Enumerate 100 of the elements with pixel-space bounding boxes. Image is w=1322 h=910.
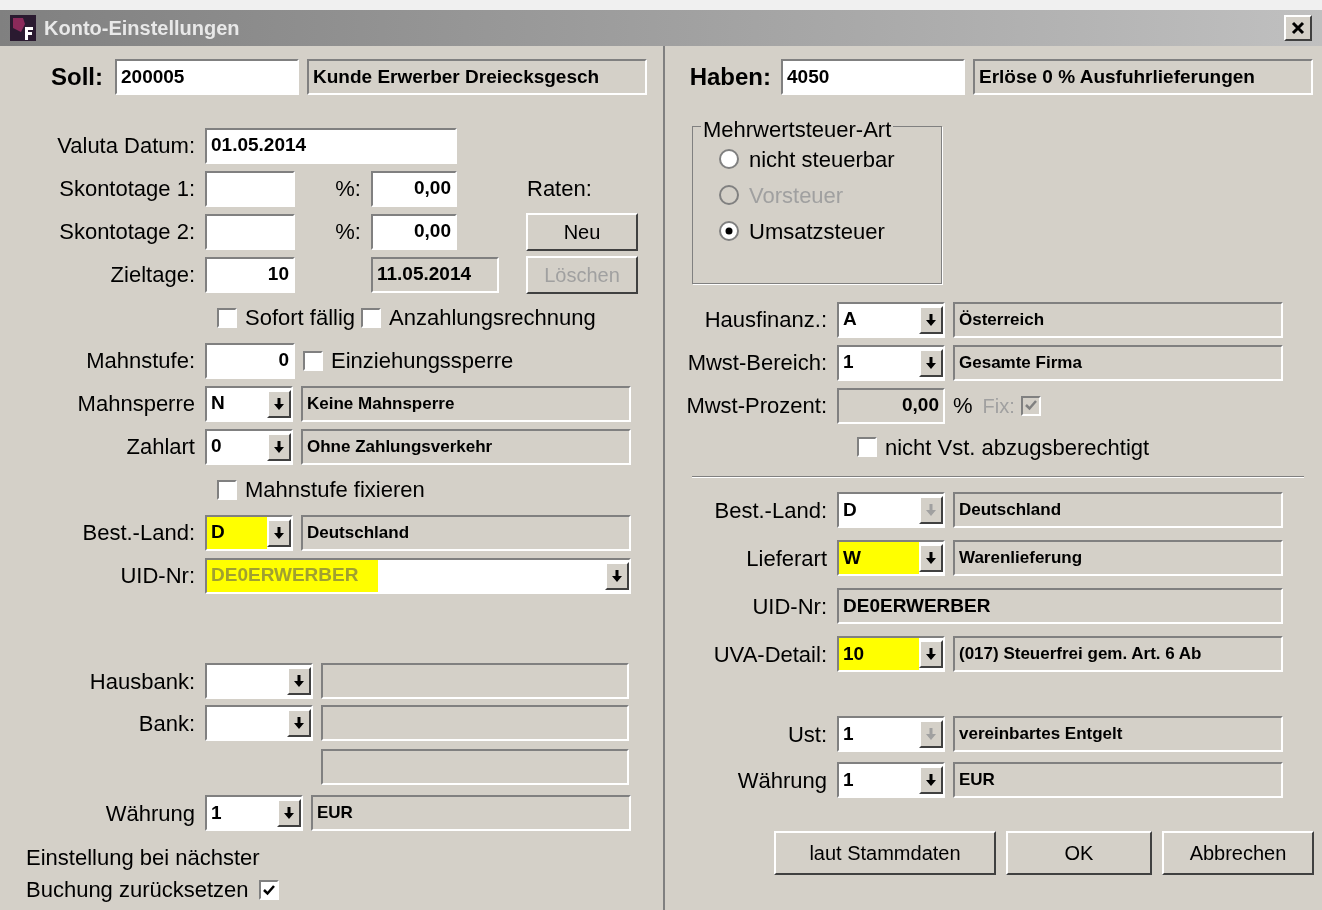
dialog-button[interactable]: laut Stammdaten — [774, 831, 996, 875]
description-field: EUR — [311, 795, 631, 831]
combo-box[interactable] — [205, 663, 313, 699]
field-label: UID-Nr: — [119, 562, 196, 590]
dropdown-button[interactable] — [277, 799, 301, 827]
soll-label: Soll: — [50, 62, 104, 92]
combo-box[interactable]: W — [837, 540, 945, 576]
dropdown-button[interactable] — [919, 305, 943, 334]
field-label: Lieferart — [745, 544, 828, 573]
combo-value: 1 — [210, 800, 222, 825]
checkbox[interactable] — [303, 350, 323, 371]
dropdown-button[interactable] — [267, 389, 291, 418]
description-field: Warenlieferung — [953, 540, 1283, 576]
down-arrow-icon — [926, 313, 936, 326]
haben-label: Haben: — [688, 62, 772, 92]
input-field[interactable]: 11.05.2014 — [371, 256, 499, 293]
field-label: Mwst-Prozent: — [685, 392, 828, 420]
input-field[interactable]: Kunde Erwerber Dreiecksgesch — [307, 59, 647, 95]
close-icon — [1291, 21, 1305, 35]
combo-box[interactable]: 1 — [205, 795, 303, 831]
radio-button[interactable] — [719, 221, 739, 241]
combo-value: 1 — [842, 767, 854, 792]
percent-label: %: — [334, 175, 362, 203]
down-arrow-icon — [274, 397, 284, 410]
field-label: Best.-Land: — [713, 496, 828, 525]
dropdown-button[interactable] — [919, 766, 943, 794]
field-label: Zahlart — [125, 433, 196, 461]
description-field: Gesamte Firma — [953, 344, 1283, 381]
field-label: UVA-Detail: — [712, 640, 828, 669]
dropdown-button[interactable] — [605, 561, 629, 590]
field-label: UID-Nr: — [751, 592, 828, 621]
field-label: Skontotage 1: — [58, 175, 196, 203]
combo-box[interactable]: 10 — [837, 636, 945, 672]
input-field[interactable]: 200005 — [115, 59, 299, 95]
combo-value: A — [842, 307, 857, 332]
input-field[interactable]: 01.05.2014 — [205, 127, 457, 164]
description-field: (017) Steuerfrei gem. Art. 6 Ab — [953, 636, 1283, 672]
down-arrow-icon — [926, 648, 936, 660]
raten-label: Raten: — [527, 175, 592, 203]
description-field: Ohne Zahlungsverkehr — [301, 428, 631, 465]
down-arrow-icon — [926, 356, 936, 369]
combo-box[interactable] — [205, 705, 313, 741]
field-label: Zieltage: — [109, 261, 196, 289]
input-field[interactable]: 0,00 — [837, 387, 945, 424]
checkbox[interactable] — [258, 880, 279, 900]
down-arrow-icon — [294, 717, 304, 729]
dialog-button[interactable]: Abbrechen — [1162, 831, 1314, 875]
input-field[interactable]: 0,00 — [371, 213, 457, 250]
down-arrow-icon — [294, 675, 304, 687]
checkbox[interactable] — [857, 437, 877, 457]
input-field[interactable]: 0 — [205, 342, 295, 379]
input-field[interactable]: 4050 — [781, 59, 965, 95]
combo-value: DE0ERWERBER — [207, 559, 379, 592]
dropdown-button[interactable] — [287, 709, 311, 737]
combo-box[interactable]: 1 — [837, 344, 945, 381]
dropdown-button[interactable] — [267, 518, 291, 547]
combo-box[interactable]: D — [205, 514, 293, 551]
down-arrow-icon — [926, 774, 936, 786]
down-arrow-icon — [274, 526, 284, 539]
combo-box[interactable]: A — [837, 301, 945, 338]
combo-value: 1 — [842, 721, 854, 746]
input-field[interactable] — [205, 170, 295, 207]
description-field: Deutschland — [953, 492, 1283, 528]
checkbox[interactable] — [217, 479, 237, 500]
field-label: Hausfinanz.: — [703, 306, 828, 334]
check-icon — [1024, 400, 1037, 411]
checkbox-label: Sofort fällig — [245, 304, 356, 332]
dialog-button[interactable]: Neu — [526, 212, 638, 251]
field-label: Valuta Datum: — [56, 132, 196, 160]
radio-button[interactable] — [719, 149, 739, 169]
description-field: Deutschland — [301, 514, 631, 551]
input-field[interactable]: 10 — [205, 256, 295, 293]
dropdown-button[interactable] — [287, 667, 311, 695]
field-label: Mahnsperre — [76, 390, 196, 418]
radio-label: nicht steuerbar — [749, 145, 895, 174]
input-field[interactable]: 0,00 — [371, 170, 457, 207]
combo-box[interactable]: 1 — [837, 762, 945, 798]
combo-box[interactable]: N — [205, 385, 293, 422]
combo-box[interactable]: 0 — [205, 428, 293, 465]
combo-value: N — [210, 391, 225, 416]
input-field[interactable]: Erlöse 0 % Ausfuhrlieferungen — [973, 59, 1313, 95]
combo-value: W — [839, 542, 919, 574]
checkbox[interactable] — [361, 307, 382, 328]
field-label: Währung — [736, 766, 828, 795]
dropdown-button[interactable] — [919, 640, 943, 668]
close-button[interactable] — [1284, 15, 1312, 41]
percent-label: %: — [334, 218, 362, 246]
description-field: EUR — [953, 762, 1283, 798]
combo-value: D — [207, 516, 267, 549]
field-label: Skontotage 2: — [58, 218, 196, 246]
dropdown-button[interactable] — [267, 432, 291, 461]
down-arrow-icon — [274, 440, 284, 453]
dropdown-button[interactable] — [919, 544, 943, 572]
dropdown-button[interactable] — [919, 348, 943, 377]
dialog-button[interactable]: OK — [1006, 831, 1152, 875]
input-field[interactable]: DE0ERWERBER — [837, 588, 1283, 624]
checkbox[interactable] — [217, 307, 237, 328]
input-field[interactable] — [205, 213, 295, 250]
description-field: vereinbartes Entgelt — [953, 716, 1283, 752]
field-label: Bank: — [137, 709, 196, 738]
